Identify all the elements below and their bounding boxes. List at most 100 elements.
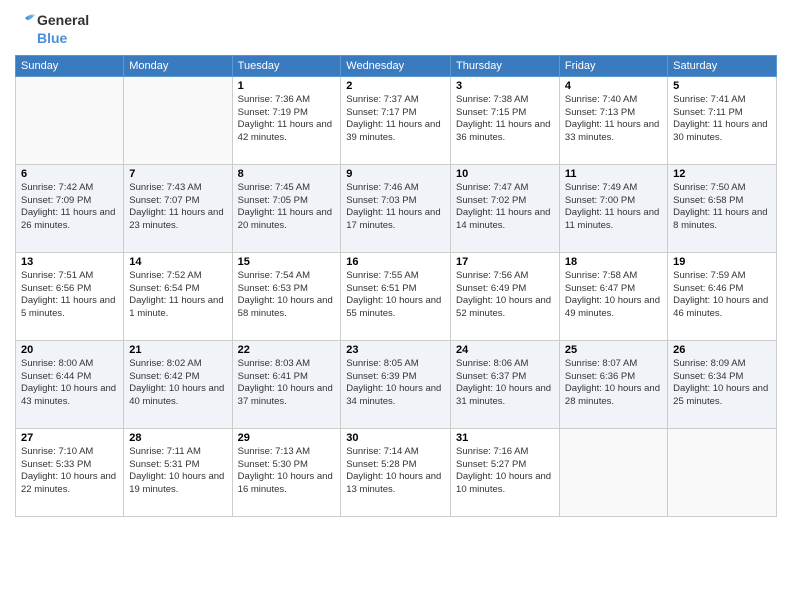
sunrise-label: Sunrise: 8:07 AM	[565, 358, 637, 369]
sunrise-label: Sunrise: 7:58 AM	[565, 270, 637, 281]
daylight-label: Daylight: 11 hours and 42 minutes.	[238, 119, 332, 143]
day-info: Sunrise: 7:41 AM Sunset: 7:11 PM Dayligh…	[673, 94, 771, 145]
sunset-label: Sunset: 6:36 PM	[565, 371, 635, 382]
day-number: 31	[456, 432, 554, 444]
day-number: 11	[565, 168, 662, 180]
sunset-label: Sunset: 5:33 PM	[21, 459, 91, 470]
day-header-thursday: Thursday	[451, 55, 560, 76]
sunrise-label: Sunrise: 8:00 AM	[21, 358, 93, 369]
sunrise-label: Sunrise: 8:06 AM	[456, 358, 528, 369]
daylight-label: Daylight: 11 hours and 23 minutes.	[129, 207, 223, 231]
week-row-0: 1 Sunrise: 7:36 AM Sunset: 7:19 PM Dayli…	[16, 76, 777, 164]
day-info: Sunrise: 7:54 AM Sunset: 6:53 PM Dayligh…	[238, 270, 336, 321]
daylight-label: Daylight: 10 hours and 34 minutes.	[346, 383, 441, 407]
daylight-label: Daylight: 11 hours and 33 minutes.	[565, 119, 659, 143]
calendar-cell: 4 Sunrise: 7:40 AM Sunset: 7:13 PM Dayli…	[559, 76, 667, 164]
calendar-cell: 22 Sunrise: 8:03 AM Sunset: 6:41 PM Dayl…	[232, 340, 341, 428]
calendar-cell: 16 Sunrise: 7:55 AM Sunset: 6:51 PM Dayl…	[341, 252, 451, 340]
day-info: Sunrise: 7:58 AM Sunset: 6:47 PM Dayligh…	[565, 270, 662, 321]
day-info: Sunrise: 8:06 AM Sunset: 6:37 PM Dayligh…	[456, 358, 554, 409]
day-header-monday: Monday	[124, 55, 232, 76]
logo-blue: Blue	[37, 30, 89, 47]
day-number: 25	[565, 344, 662, 356]
sunrise-label: Sunrise: 7:36 AM	[238, 94, 310, 105]
day-info: Sunrise: 8:09 AM Sunset: 6:34 PM Dayligh…	[673, 358, 771, 409]
sunrise-label: Sunrise: 7:38 AM	[456, 94, 528, 105]
day-number: 9	[346, 168, 445, 180]
daylight-label: Daylight: 10 hours and 40 minutes.	[129, 383, 224, 407]
day-number: 29	[238, 432, 336, 444]
calendar-cell: 7 Sunrise: 7:43 AM Sunset: 7:07 PM Dayli…	[124, 164, 232, 252]
sunrise-label: Sunrise: 8:02 AM	[129, 358, 201, 369]
day-number: 27	[21, 432, 118, 444]
daylight-label: Daylight: 10 hours and 10 minutes.	[456, 471, 551, 495]
day-number: 28	[129, 432, 226, 444]
sunrise-label: Sunrise: 8:05 AM	[346, 358, 418, 369]
sunrise-label: Sunrise: 7:42 AM	[21, 182, 93, 193]
day-number: 5	[673, 80, 771, 92]
daylight-label: Daylight: 11 hours and 8 minutes.	[673, 207, 767, 231]
daylight-label: Daylight: 10 hours and 25 minutes.	[673, 383, 768, 407]
sunrise-label: Sunrise: 7:41 AM	[673, 94, 745, 105]
sunset-label: Sunset: 6:49 PM	[456, 283, 526, 294]
daylight-label: Daylight: 10 hours and 16 minutes.	[238, 471, 333, 495]
day-number: 4	[565, 80, 662, 92]
day-number: 8	[238, 168, 336, 180]
sunset-label: Sunset: 7:11 PM	[673, 107, 743, 118]
calendar-cell: 6 Sunrise: 7:42 AM Sunset: 7:09 PM Dayli…	[16, 164, 124, 252]
day-info: Sunrise: 7:52 AM Sunset: 6:54 PM Dayligh…	[129, 270, 226, 321]
sunset-label: Sunset: 6:54 PM	[129, 283, 199, 294]
sunset-label: Sunset: 5:28 PM	[346, 459, 416, 470]
sunset-label: Sunset: 7:03 PM	[346, 195, 416, 206]
day-number: 10	[456, 168, 554, 180]
day-info: Sunrise: 8:05 AM Sunset: 6:39 PM Dayligh…	[346, 358, 445, 409]
daylight-label: Daylight: 10 hours and 31 minutes.	[456, 383, 551, 407]
daylight-label: Daylight: 11 hours and 14 minutes.	[456, 207, 550, 231]
calendar: SundayMondayTuesdayWednesdayThursdayFrid…	[15, 55, 777, 517]
calendar-cell	[559, 428, 667, 516]
sunrise-label: Sunrise: 7:40 AM	[565, 94, 637, 105]
sunset-label: Sunset: 7:00 PM	[565, 195, 635, 206]
daylight-label: Daylight: 10 hours and 46 minutes.	[673, 295, 768, 319]
sunrise-label: Sunrise: 7:46 AM	[346, 182, 418, 193]
sunrise-label: Sunrise: 7:54 AM	[238, 270, 310, 281]
sunset-label: Sunset: 6:56 PM	[21, 283, 91, 294]
day-info: Sunrise: 7:11 AM Sunset: 5:31 PM Dayligh…	[129, 446, 226, 497]
daylight-label: Daylight: 11 hours and 20 minutes.	[238, 207, 332, 231]
day-info: Sunrise: 8:02 AM Sunset: 6:42 PM Dayligh…	[129, 358, 226, 409]
daylight-label: Daylight: 10 hours and 58 minutes.	[238, 295, 333, 319]
calendar-cell	[16, 76, 124, 164]
sunrise-label: Sunrise: 8:09 AM	[673, 358, 745, 369]
page: General Blue SundayMondayTuesdayWednesda…	[0, 0, 792, 612]
calendar-cell: 29 Sunrise: 7:13 AM Sunset: 5:30 PM Dayl…	[232, 428, 341, 516]
day-number: 14	[129, 256, 226, 268]
calendar-cell: 24 Sunrise: 8:06 AM Sunset: 6:37 PM Dayl…	[451, 340, 560, 428]
sunset-label: Sunset: 7:07 PM	[129, 195, 199, 206]
day-number: 3	[456, 80, 554, 92]
day-info: Sunrise: 7:59 AM Sunset: 6:46 PM Dayligh…	[673, 270, 771, 321]
day-info: Sunrise: 7:16 AM Sunset: 5:27 PM Dayligh…	[456, 446, 554, 497]
day-number: 6	[21, 168, 118, 180]
day-number: 26	[673, 344, 771, 356]
sunset-label: Sunset: 7:15 PM	[456, 107, 526, 118]
day-info: Sunrise: 7:13 AM Sunset: 5:30 PM Dayligh…	[238, 446, 336, 497]
sunset-label: Sunset: 6:42 PM	[129, 371, 199, 382]
sunrise-label: Sunrise: 8:03 AM	[238, 358, 310, 369]
sunset-label: Sunset: 6:53 PM	[238, 283, 308, 294]
day-number: 7	[129, 168, 226, 180]
calendar-cell: 3 Sunrise: 7:38 AM Sunset: 7:15 PM Dayli…	[451, 76, 560, 164]
day-number: 24	[456, 344, 554, 356]
sunrise-label: Sunrise: 7:55 AM	[346, 270, 418, 281]
calendar-cell: 27 Sunrise: 7:10 AM Sunset: 5:33 PM Dayl…	[16, 428, 124, 516]
sunrise-label: Sunrise: 7:13 AM	[238, 446, 310, 457]
day-number: 22	[238, 344, 336, 356]
sunset-label: Sunset: 7:19 PM	[238, 107, 308, 118]
day-info: Sunrise: 7:14 AM Sunset: 5:28 PM Dayligh…	[346, 446, 445, 497]
day-info: Sunrise: 7:45 AM Sunset: 7:05 PM Dayligh…	[238, 182, 336, 233]
calendar-cell: 12 Sunrise: 7:50 AM Sunset: 6:58 PM Dayl…	[668, 164, 777, 252]
calendar-cell: 31 Sunrise: 7:16 AM Sunset: 5:27 PM Dayl…	[451, 428, 560, 516]
day-header-sunday: Sunday	[16, 55, 124, 76]
day-number: 23	[346, 344, 445, 356]
day-header-tuesday: Tuesday	[232, 55, 341, 76]
calendar-cell: 17 Sunrise: 7:56 AM Sunset: 6:49 PM Dayl…	[451, 252, 560, 340]
